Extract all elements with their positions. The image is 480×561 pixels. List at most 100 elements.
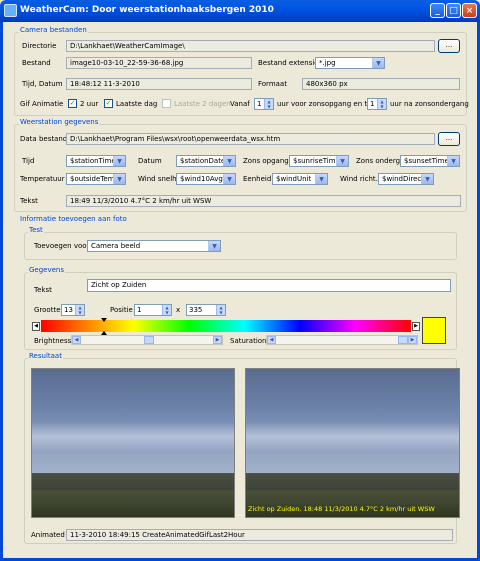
animated-field[interactable]: 11-3-2010 18:49:15 CreateAnimatedGifLast… — [66, 529, 453, 541]
chevron-down-icon: ▼ — [421, 174, 433, 184]
file-field[interactable]: image10-03-10_22-59-36-68.jpg — [66, 57, 252, 69]
chevron-down-icon: ▼ — [113, 156, 125, 166]
add-to-label: Toevoegen voor — [34, 242, 90, 250]
spin-down-icon[interactable]: ▼ — [75, 310, 84, 315]
directory-label: Directorie — [22, 42, 57, 50]
format-label: Formaat — [258, 80, 287, 88]
checkbox-laatste-2-dagen-label: Laatste 2 dagen — [174, 100, 231, 108]
spin-down-icon[interactable]: ▼ — [264, 104, 273, 109]
time-dropdown[interactable]: $stationTime ▼ — [66, 155, 126, 167]
windspeed-label: Wind snelh. — [138, 175, 179, 183]
unit-label: Eenheid — [243, 175, 272, 183]
format-field[interactable]: 480x360 px — [302, 78, 460, 90]
original-camera-image — [31, 368, 235, 518]
windspeed-dropdown[interactable]: $wind10Avg ▼ — [176, 173, 236, 185]
datafile-field[interactable]: D:\Lankhaet\Program Files\wsx\root\openw… — [66, 133, 435, 145]
from-hours-spinner[interactable]: 1 ▲ ▼ — [254, 98, 274, 110]
date-dropdown[interactable]: $stationDate ▼ — [176, 155, 236, 167]
directory-browse-button[interactable]: ... — [438, 39, 460, 53]
size-label: Grootte — [34, 306, 61, 314]
gif-label: Gif Animatie — [20, 100, 64, 108]
checkbox-laatste-dag[interactable]: ✓ — [104, 99, 113, 108]
scroll-right-icon[interactable]: ▶ — [213, 336, 222, 344]
until-hours-value: 1 — [370, 100, 375, 108]
color-spectrum-slider[interactable] — [41, 320, 411, 332]
chevron-down-icon: ▼ — [447, 156, 459, 166]
spin-down-icon[interactable]: ▼ — [216, 310, 225, 315]
spectrum-marker-icon[interactable] — [101, 318, 107, 322]
time-value: $stationTime — [70, 157, 116, 165]
camera-files-title: Camera bestanden — [19, 26, 88, 34]
check-icon: ✓ — [105, 99, 112, 107]
position-x-value: 1 — [137, 306, 142, 314]
window-title: WeatherCam: Door weerstationhaaksbergen … — [20, 5, 274, 15]
chevron-down-icon: ▼ — [223, 156, 235, 166]
checkbox-laatste-dag-label: Laatste dag — [116, 100, 158, 108]
extension-value: *.jpg — [319, 59, 336, 67]
extension-dropdown[interactable]: *.jpg ▼ — [315, 57, 385, 69]
weather-text-field[interactable]: 18:49 11/3/2010 4.7°C 2 km/hr uit WSW — [66, 195, 461, 207]
directory-field[interactable]: D:\Lankhaet\WeatherCamImage\ — [66, 40, 435, 52]
temperature-label: Temperatuur — [20, 175, 65, 183]
spectrum-left-arrow[interactable]: ◀ — [32, 322, 40, 331]
position-x-spinner[interactable]: 1 ▲ ▼ — [134, 304, 172, 316]
from-hours-value: 1 — [257, 100, 262, 108]
chevron-down-icon: ▼ — [315, 174, 327, 184]
result-camera-image: Zicht op Zuiden. 18:48 11/3/2010 4.7°C 2… — [245, 368, 460, 518]
sunrise-dropdown[interactable]: $sunriseTime ▼ — [289, 155, 349, 167]
chevron-down-icon: ▼ — [208, 241, 220, 251]
sunrise-label: Zons opgang — [243, 157, 289, 165]
scroll-left-icon[interactable]: ◀ — [72, 336, 81, 344]
brightness-slider[interactable]: ◀ ▶ — [71, 335, 223, 345]
checkbox-laatste-2-dagen[interactable] — [162, 99, 171, 108]
spin-down-icon[interactable]: ▼ — [162, 310, 171, 315]
maximize-button[interactable]: □ — [446, 3, 461, 18]
sunset-value: $sunsetTime — [404, 157, 449, 165]
brightness-label: Brightness: — [34, 337, 74, 345]
saturation-slider[interactable]: ◀ ▶ — [266, 335, 418, 345]
datafile-browse-button[interactable]: ... — [438, 132, 460, 146]
brightness-thumb[interactable] — [144, 336, 154, 344]
datetime-field[interactable]: 18:48:12 11-3-2010 — [66, 78, 252, 90]
temperature-dropdown[interactable]: $outsideTemp ▼ — [66, 173, 126, 185]
winddir-dropdown[interactable]: $windDirection ▼ — [378, 173, 434, 185]
sunset-dropdown[interactable]: $sunsetTime ▼ — [400, 155, 460, 167]
close-icon: × — [465, 6, 474, 16]
saturation-label: Saturation: — [230, 337, 269, 345]
size-spinner[interactable]: 13 ▲ ▼ — [61, 304, 85, 316]
add-to-dropdown[interactable]: Camera beeld ▼ — [87, 240, 221, 252]
until-hours-spinner[interactable]: 1 ▲ ▼ — [367, 98, 387, 110]
close-button[interactable]: × — [462, 3, 477, 18]
maximize-icon: □ — [449, 6, 458, 16]
overlay-text-input[interactable]: Zicht op Zuiden — [87, 279, 451, 292]
windspeed-value: $wind10Avg — [180, 175, 223, 183]
time-label: Tijd — [22, 157, 35, 165]
chevron-down-icon: ▼ — [113, 174, 125, 184]
result-group-title: Resultaat — [28, 352, 63, 360]
selected-color-swatch — [422, 317, 446, 344]
animated-label: Animated — [31, 531, 65, 539]
spectrum-right-arrow[interactable]: ▶ — [412, 322, 420, 331]
position-y-value: 335 — [189, 306, 203, 314]
scroll-right-icon[interactable]: ▶ — [408, 336, 417, 344]
position-y-spinner[interactable]: 335 ▲ ▼ — [186, 304, 226, 316]
chevron-down-icon: ▼ — [372, 58, 384, 68]
date-label: Datum — [138, 157, 162, 165]
file-label: Bestand — [22, 59, 51, 67]
from-label: Vanaf — [230, 100, 250, 108]
spin-down-icon[interactable]: ▼ — [377, 104, 386, 109]
unit-value: $windUnit — [276, 175, 312, 183]
sunrise-text: uur voor zonsopgang en tot — [277, 100, 375, 108]
saturation-thumb[interactable] — [398, 336, 408, 344]
minimize-button[interactable]: _ — [430, 3, 445, 18]
scroll-left-icon[interactable]: ◀ — [267, 336, 276, 344]
overlay-text-label: Tekst — [34, 286, 52, 294]
test-group-title: Test — [28, 226, 44, 234]
chevron-down-icon: ▼ — [336, 156, 348, 166]
check-icon: ✓ — [69, 99, 76, 107]
checkbox-2uur[interactable]: ✓ — [68, 99, 77, 108]
checkbox-2uur-label: 2 uur — [80, 100, 99, 108]
weather-text-label: Tekst — [20, 197, 38, 205]
datetime-label: Tijd, Datum — [22, 80, 63, 88]
unit-dropdown[interactable]: $windUnit ▼ — [272, 173, 328, 185]
